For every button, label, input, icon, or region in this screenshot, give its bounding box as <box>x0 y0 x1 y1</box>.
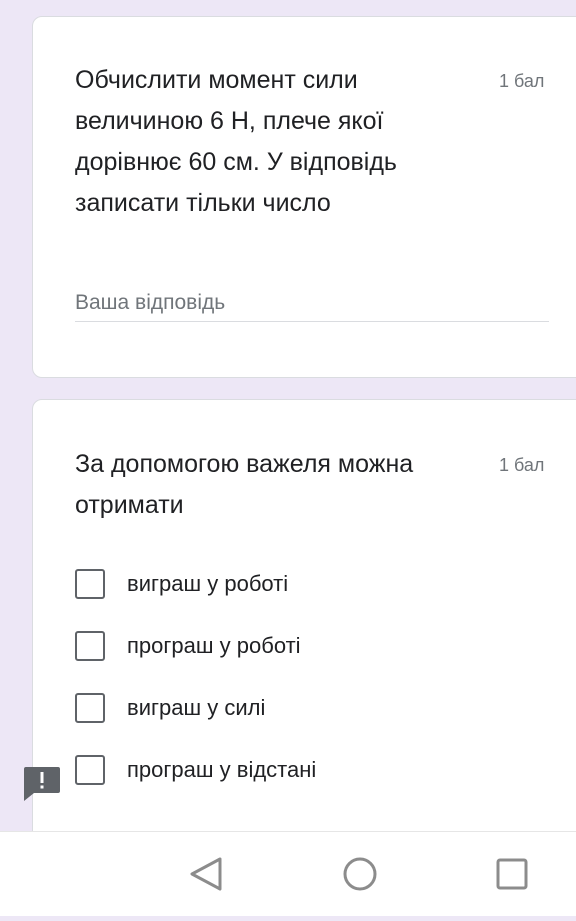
option-label: програш у відстані <box>127 757 317 782</box>
question-title-line: За допомогою важеля можна <box>75 450 414 478</box>
question-title-line: дорівнює 60 см. У відповідь <box>75 148 397 176</box>
option-item[interactable]: виграш у роботі <box>75 566 288 602</box>
question-title-line: Обчислити момент сили <box>75 66 358 94</box>
question-title: За допомогою важеля можна отримати <box>75 444 455 526</box>
question-card-2: За допомогою важеля можна отримати 1 бал… <box>32 399 576 859</box>
answer-field <box>75 279 549 323</box>
option-label: виграш у роботі <box>127 571 289 596</box>
question-title-line: отримати <box>75 491 184 519</box>
option-label: програш у роботі <box>127 633 301 658</box>
question-title-line: записати тільки число <box>75 189 331 217</box>
points-label: 1 бал <box>499 455 545 475</box>
checkbox[interactable] <box>75 569 105 599</box>
home-circle-icon[interactable] <box>320 832 400 916</box>
option-label: виграш у силі <box>127 695 266 720</box>
option-item[interactable]: програш у відстані <box>75 752 316 788</box>
answer-input[interactable] <box>75 279 549 323</box>
points-label: 1 бал <box>499 71 545 91</box>
question-title-line: величиною 6 Н, плече якої <box>75 107 384 135</box>
report-problem-icon[interactable] <box>24 767 60 801</box>
checkbox[interactable] <box>75 755 105 785</box>
option-item[interactable]: виграш у силі <box>75 690 265 726</box>
question-title: Обчислити момент сили величиною 6 Н, пле… <box>75 60 455 224</box>
checkbox[interactable] <box>75 693 105 723</box>
option-item[interactable]: програш у роботі <box>75 628 301 664</box>
recents-square-icon[interactable] <box>472 832 552 916</box>
system-navigation-bar <box>0 831 576 916</box>
question-card-1: Обчислити момент сили величиною 6 Н, пле… <box>32 16 576 378</box>
back-triangle-icon[interactable] <box>166 832 246 916</box>
checkbox[interactable] <box>75 631 105 661</box>
